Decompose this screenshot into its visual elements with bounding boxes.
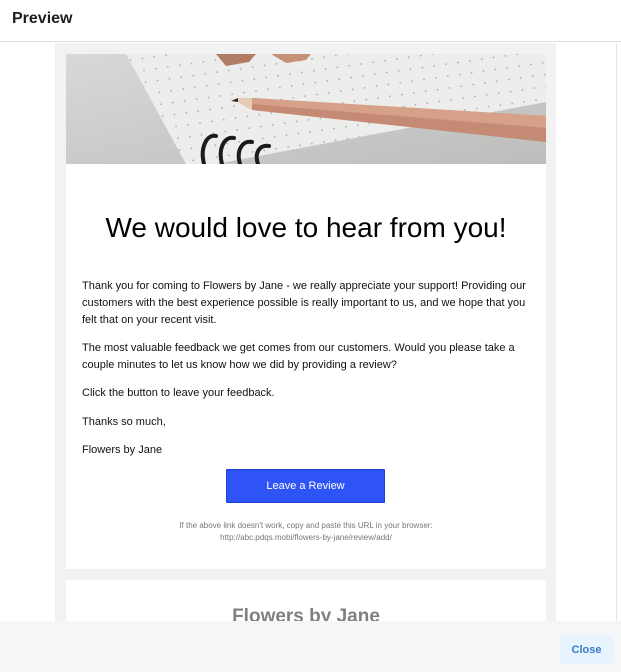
email-footer-card: Flowers by Jane	[66, 580, 546, 621]
fallback-note: If the above link doesn't work, copy and…	[179, 521, 433, 530]
body-paragraph-intro: Thank you for coming to Flowers by Jane …	[82, 280, 526, 326]
leave-review-button[interactable]: Leave a Review	[226, 469, 385, 503]
email-preview-area[interactable]: We would love to hear from you! Thank yo…	[0, 43, 616, 621]
footer-business-name: Flowers by Jane	[232, 606, 380, 621]
hero-image	[66, 54, 546, 164]
body-paragraph-signature: Flowers by Jane	[82, 444, 163, 456]
fallback-url-link[interactable]: http://abc.pdqs.mobi/flowers-by-jane/rev…	[66, 532, 546, 544]
preview-divider	[616, 43, 617, 621]
modal-footer	[0, 621, 621, 672]
email-headline: We would love to hear from you!	[105, 212, 507, 243]
email-body: We would love to hear from you! Thank yo…	[55, 43, 556, 621]
close-button[interactable]: Close	[560, 636, 613, 664]
modal-header: Preview	[0, 0, 621, 42]
body-paragraph-request: The most valuable feedback we get comes …	[82, 342, 515, 371]
body-paragraph-signoff: Thanks so much,	[82, 416, 166, 428]
email-card: We would love to hear from you! Thank yo…	[66, 54, 546, 569]
modal-title: Preview	[12, 10, 73, 27]
body-paragraph-instruction: Click the button to leave your feedback.	[82, 387, 275, 399]
